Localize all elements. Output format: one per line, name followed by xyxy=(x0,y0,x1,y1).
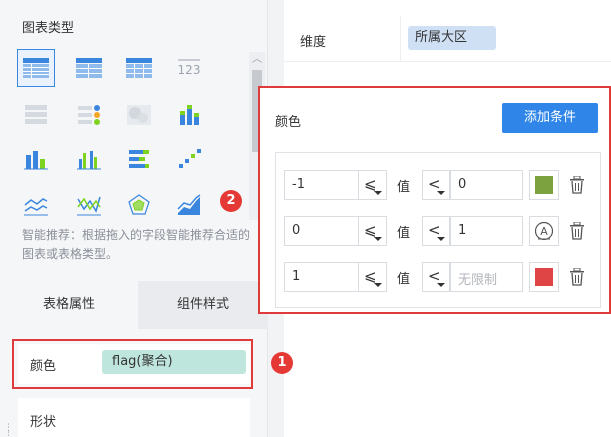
max-operator-select[interactable]: < xyxy=(422,170,450,200)
chevron-down-icon xyxy=(374,191,382,195)
radar-chart-icon[interactable] xyxy=(120,186,158,224)
area-chart-icon[interactable] xyxy=(170,186,208,224)
bar-chart-icon[interactable] xyxy=(17,140,55,178)
max-value-input[interactable]: 0 xyxy=(450,170,523,200)
highlight-box-color-row xyxy=(12,339,253,389)
condition-row: -1 ⩽ 值 < 0 xyxy=(284,170,598,200)
color-swatch xyxy=(535,176,553,194)
value-label: 值 xyxy=(397,226,411,241)
condition-row: 0 ⩽ 值 < 1 A xyxy=(284,216,598,246)
color-swatch-picker[interactable] xyxy=(529,170,559,200)
min-operator-select[interactable]: ⩽ xyxy=(359,262,387,292)
step-badge-2: 2 xyxy=(220,190,242,212)
stacked-bar-icon[interactable] xyxy=(170,96,208,134)
auto-color-icon: A xyxy=(534,221,554,241)
tab-table-props[interactable]: 表格属性 xyxy=(0,281,138,329)
max-operator-select[interactable]: < xyxy=(422,216,450,246)
condition-list: -1 ⩽ 值 < 0 0 ⩽ 值 < 1 A 1 ⩽ 值 < 无限制 xyxy=(275,152,601,308)
value-label: 值 xyxy=(397,180,411,195)
line-chart-icon[interactable] xyxy=(17,186,55,224)
trash-icon[interactable] xyxy=(569,268,585,286)
auto-color-picker[interactable]: A xyxy=(529,216,559,246)
scroll-up-arrow-icon[interactable]: ︿ xyxy=(249,52,265,68)
add-condition-button[interactable]: 添加条件 xyxy=(502,103,598,133)
min-value-input[interactable]: 0 xyxy=(284,216,359,246)
chevron-down-icon xyxy=(437,283,445,287)
color-swatch xyxy=(535,268,553,286)
table-cross-icon[interactable] xyxy=(70,49,108,87)
shape-property-label: 形状 xyxy=(30,415,57,430)
horizontal-bar-icon[interactable] xyxy=(120,140,158,178)
grouped-bar-icon[interactable] xyxy=(70,140,108,178)
trash-icon[interactable] xyxy=(569,222,585,240)
dot-list-icon[interactable] xyxy=(70,96,108,134)
chevron-down-icon xyxy=(374,283,382,287)
property-tabs: 表格属性 组件样式 xyxy=(0,281,268,329)
color-condition-dialog: 颜色 添加条件 -1 ⩽ 值 < 0 0 ⩽ 值 < 1 A 1 ⩽ 值 < 无… xyxy=(258,86,611,314)
min-operator-select[interactable]: ⩽ xyxy=(359,170,387,200)
max-value-input[interactable]: 无限制 xyxy=(450,262,523,292)
max-operator-select[interactable]: < xyxy=(422,262,450,292)
dimension-row: 维度 所属大区 xyxy=(284,16,611,62)
value-label: 值 xyxy=(397,272,411,287)
scatter-step-icon[interactable] xyxy=(170,140,208,178)
dimension-label: 维度 xyxy=(300,35,327,50)
number-kpi-icon[interactable]: 123 xyxy=(170,49,208,87)
table-group-icon[interactable] xyxy=(17,49,55,87)
chevron-down-icon xyxy=(437,237,445,241)
dimension-field-pill[interactable]: 所属大区 xyxy=(408,26,496,50)
table-detail-icon[interactable] xyxy=(120,49,158,87)
shape-property-row[interactable]: 形状 xyxy=(18,398,250,437)
step-badge-1: 1 xyxy=(271,352,293,374)
chevron-down-icon xyxy=(437,191,445,195)
dialog-title: 颜色 xyxy=(275,115,302,130)
map-blur-icon[interactable] xyxy=(120,96,158,134)
min-value-input[interactable]: -1 xyxy=(284,170,359,200)
chevron-down-icon xyxy=(374,237,382,241)
min-value-input[interactable]: 1 xyxy=(284,262,359,292)
svg-text:123: 123 xyxy=(178,63,201,77)
svg-text:A: A xyxy=(540,225,548,238)
color-swatch-picker[interactable] xyxy=(529,262,559,292)
list-card-icon[interactable] xyxy=(17,96,55,134)
zigzag-line-icon[interactable] xyxy=(70,186,108,224)
condition-row: 1 ⩽ 值 < 无限制 xyxy=(284,262,598,292)
tab-component-style[interactable]: 组件样式 xyxy=(138,281,268,329)
max-value-input[interactable]: 1 xyxy=(450,216,523,246)
trash-icon[interactable] xyxy=(569,176,585,194)
dimension-divider xyxy=(400,16,401,62)
chart-type-title: 图表类型 xyxy=(22,21,75,36)
min-operator-select[interactable]: ⩽ xyxy=(359,216,387,246)
resize-grip-icon[interactable]: ⋮ ⋮ xyxy=(4,424,13,437)
smart-recommend-hint: 智能推荐：根据拖入的字段智能推荐合适的图表或表格类型。 xyxy=(22,228,251,261)
